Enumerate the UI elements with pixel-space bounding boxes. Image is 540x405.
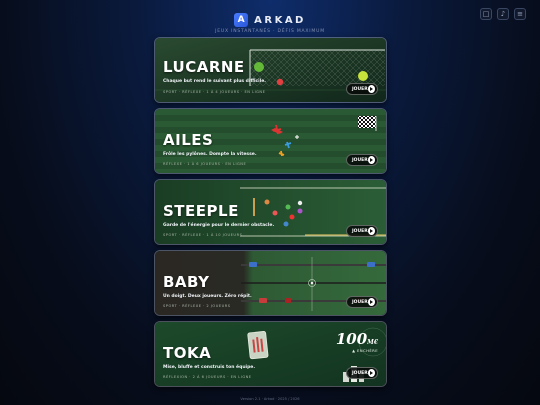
card-subtitle: Chaque but rend le suivant plus difficil… [163, 79, 266, 84]
play-icon [367, 298, 375, 306]
prize-currency: M€ [367, 339, 378, 346]
game-list: LUCARNE Chaque but rend le suivant plus … [154, 37, 387, 392]
card-title: STEEPLE [163, 202, 239, 220]
card-meta: SPORT · RÉFLEXE · 1 À 10 JOUEURS [163, 233, 243, 237]
brand[interactable]: A ARKAD [234, 13, 306, 27]
play-button-lucarne[interactable]: JOUER [346, 83, 378, 95]
game-card-ailes[interactable]: AILES Frôle les pylônes. Dompte la vites… [154, 108, 387, 174]
play-button-toka[interactable]: JOUER [346, 367, 378, 379]
play-label: JOUER [352, 370, 368, 376]
prize-label: ▲ ENCHÈRE [352, 348, 378, 353]
play-label: JOUER [352, 157, 368, 163]
game-card-toka[interactable]: 100M€ ▲ ENCHÈRE TOKA Mise, bluffe et con… [154, 321, 387, 387]
game-card-steeple[interactable]: STEEPLE Garde de l'énergie pour le derni… [154, 179, 387, 245]
card-subtitle: Frôle les pylônes. Dompte la vitesse. [163, 152, 257, 157]
play-icon [367, 85, 375, 93]
card-title: LUCARNE [163, 58, 245, 76]
game-card-baby[interactable]: BABY Un doigt. Deux joueurs. Zéro répit.… [154, 250, 387, 316]
play-button-steeple[interactable]: JOUER [346, 225, 378, 237]
play-label: JOUER [352, 299, 368, 305]
game-card-lucarne[interactable]: LUCARNE Chaque but rend le suivant plus … [154, 37, 387, 103]
card-meta: RÉFLEXION · 2 À 6 JOUEURS · EN LIGNE [163, 375, 252, 379]
card-meta: SPORT · RÉFLEXE · 1 À 4 JOUEURS · EN LIG… [163, 90, 266, 94]
card-meta: SPORT · RÉFLEXE · 2 JOUEURS [163, 304, 231, 308]
card-meta: RÉFLEXE · 1 À 6 JOUEURS · EN LIGNE [163, 162, 247, 166]
card-icon [247, 331, 269, 360]
card-title: TOKA [163, 344, 212, 362]
tagline: JEUX INSTANTANÉS · DÉFIS MAXIMUM [215, 29, 325, 34]
card-subtitle: Un doigt. Deux joueurs. Zéro répit. [163, 294, 252, 299]
header: A ARKAD JEUX INSTANTANÉS · DÉFIS MAXIMUM [0, 7, 540, 34]
play-button-baby[interactable]: JOUER [346, 296, 378, 308]
play-label: JOUER [352, 228, 368, 234]
card-subtitle: Mise, bluffe et construis ton équipe. [163, 365, 256, 370]
prize-amount: 100M€ [335, 330, 378, 348]
card-title: AILES [163, 131, 214, 149]
card-subtitle: Garde de l'énergie pour le dernier obsta… [163, 223, 275, 228]
play-label: JOUER [352, 86, 368, 92]
card-title: BABY [163, 273, 210, 291]
play-icon [367, 227, 375, 235]
play-button-ailes[interactable]: JOUER [346, 154, 378, 166]
brand-name: ARKAD [254, 14, 306, 26]
footer: Version 2.1 · Arkad · 2025 / 2026 [240, 397, 300, 401]
auction-prize: 100M€ ▲ ENCHÈRE [336, 330, 378, 353]
logo-icon: A [234, 13, 249, 27]
play-icon [367, 369, 375, 377]
play-icon [367, 156, 375, 164]
